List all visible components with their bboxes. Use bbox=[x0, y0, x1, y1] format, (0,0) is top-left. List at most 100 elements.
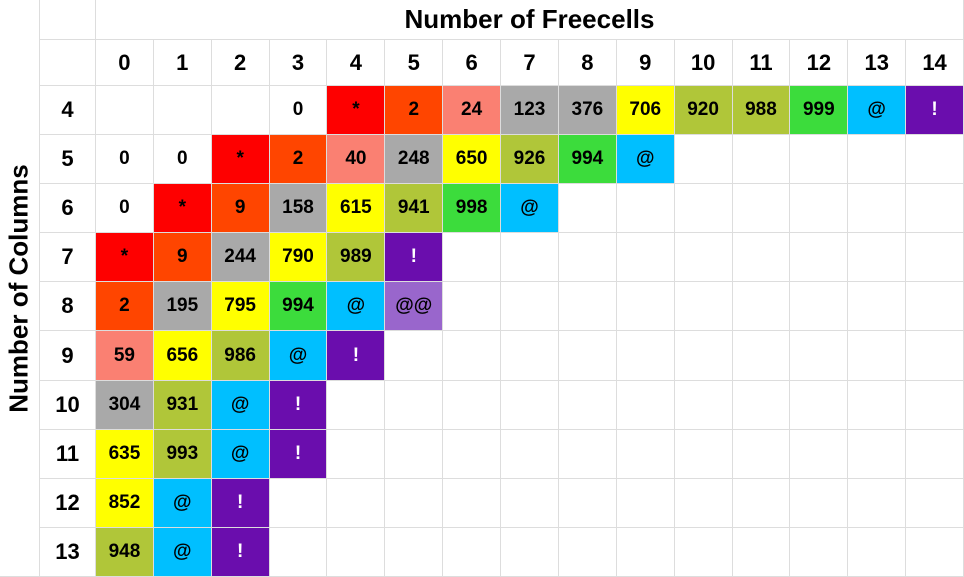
data-cell: ! bbox=[327, 331, 385, 380]
data-cell bbox=[733, 184, 791, 233]
data-cell: ! bbox=[385, 233, 443, 282]
data-cell bbox=[848, 430, 906, 479]
data-cell bbox=[385, 479, 443, 528]
data-cell bbox=[617, 233, 675, 282]
data-cell bbox=[559, 381, 617, 430]
data-cell bbox=[790, 528, 848, 577]
data-cell: 790 bbox=[270, 233, 328, 282]
data-cell bbox=[559, 331, 617, 380]
data-cell: 795 bbox=[212, 282, 270, 331]
data-cell: * bbox=[96, 233, 154, 282]
data-cell: 248 bbox=[385, 135, 443, 184]
data-cell: 195 bbox=[154, 282, 212, 331]
data-cell bbox=[675, 430, 733, 479]
data-cell bbox=[501, 331, 559, 380]
data-cell bbox=[733, 135, 791, 184]
data-cell bbox=[559, 184, 617, 233]
data-cell bbox=[385, 381, 443, 430]
data-cell: 376 bbox=[559, 86, 617, 135]
x-axis-title: Number of Freecells bbox=[96, 0, 964, 40]
row-header: 12 bbox=[40, 479, 96, 528]
data-cell bbox=[270, 479, 328, 528]
data-cell: 2 bbox=[270, 135, 328, 184]
data-cell bbox=[327, 479, 385, 528]
data-cell: 9 bbox=[212, 184, 270, 233]
data-cell bbox=[559, 430, 617, 479]
data-cell: @ bbox=[617, 135, 675, 184]
data-cell: @ bbox=[848, 86, 906, 135]
data-cell: 615 bbox=[327, 184, 385, 233]
data-cell: 0 bbox=[96, 184, 154, 233]
data-cell: 988 bbox=[733, 86, 791, 135]
data-cell: 989 bbox=[327, 233, 385, 282]
data-cell bbox=[790, 233, 848, 282]
data-cell bbox=[385, 430, 443, 479]
data-cell bbox=[675, 381, 733, 430]
data-cell: @ bbox=[154, 479, 212, 528]
col-header: 6 bbox=[443, 40, 501, 86]
data-cell: 2 bbox=[96, 282, 154, 331]
data-cell bbox=[906, 430, 964, 479]
data-cell bbox=[848, 528, 906, 577]
data-cell: 59 bbox=[96, 331, 154, 380]
data-cell: 244 bbox=[212, 233, 270, 282]
data-cell bbox=[848, 282, 906, 331]
data-cell: 656 bbox=[154, 331, 212, 380]
data-cell: @ bbox=[212, 430, 270, 479]
data-cell bbox=[790, 381, 848, 430]
col-header: 5 bbox=[385, 40, 443, 86]
data-cell: @ bbox=[212, 381, 270, 430]
data-cell bbox=[675, 479, 733, 528]
data-cell: @ bbox=[270, 331, 328, 380]
data-cell: * bbox=[154, 184, 212, 233]
col-header: 10 bbox=[675, 40, 733, 86]
col-header: 0 bbox=[96, 40, 154, 86]
data-cell bbox=[733, 381, 791, 430]
col-header: 14 bbox=[906, 40, 964, 86]
data-cell bbox=[906, 331, 964, 380]
data-cell bbox=[212, 86, 270, 135]
data-cell: 650 bbox=[443, 135, 501, 184]
data-cell bbox=[501, 381, 559, 430]
col-header: 4 bbox=[327, 40, 385, 86]
data-cell bbox=[906, 381, 964, 430]
data-cell: 9 bbox=[154, 233, 212, 282]
row-header: 13 bbox=[40, 528, 96, 577]
data-cell: ! bbox=[212, 528, 270, 577]
data-cell: 998 bbox=[443, 184, 501, 233]
data-cell: 993 bbox=[154, 430, 212, 479]
data-cell bbox=[848, 233, 906, 282]
data-cell: ! bbox=[270, 430, 328, 479]
data-cell bbox=[733, 479, 791, 528]
data-cell: 948 bbox=[96, 528, 154, 577]
data-cell bbox=[501, 479, 559, 528]
data-cell bbox=[906, 184, 964, 233]
data-cell bbox=[790, 430, 848, 479]
col-header: 12 bbox=[790, 40, 848, 86]
data-cell bbox=[443, 331, 501, 380]
data-cell: * bbox=[327, 86, 385, 135]
data-cell bbox=[906, 233, 964, 282]
data-cell bbox=[848, 184, 906, 233]
data-cell bbox=[848, 135, 906, 184]
data-cell bbox=[733, 282, 791, 331]
data-cell: 40 bbox=[327, 135, 385, 184]
data-cell bbox=[675, 184, 733, 233]
data-cell bbox=[790, 135, 848, 184]
data-cell: 635 bbox=[96, 430, 154, 479]
corner-header-left bbox=[40, 40, 96, 86]
data-cell: ! bbox=[212, 479, 270, 528]
col-header: 3 bbox=[270, 40, 328, 86]
data-cell bbox=[617, 381, 675, 430]
data-cell: @ bbox=[154, 528, 212, 577]
data-cell: @ bbox=[501, 184, 559, 233]
data-cell bbox=[848, 331, 906, 380]
data-cell bbox=[906, 479, 964, 528]
data-cell bbox=[733, 528, 791, 577]
data-cell bbox=[443, 528, 501, 577]
data-cell: ! bbox=[906, 86, 964, 135]
col-header: 2 bbox=[212, 40, 270, 86]
data-cell bbox=[675, 282, 733, 331]
row-header: 5 bbox=[40, 135, 96, 184]
data-cell bbox=[617, 184, 675, 233]
